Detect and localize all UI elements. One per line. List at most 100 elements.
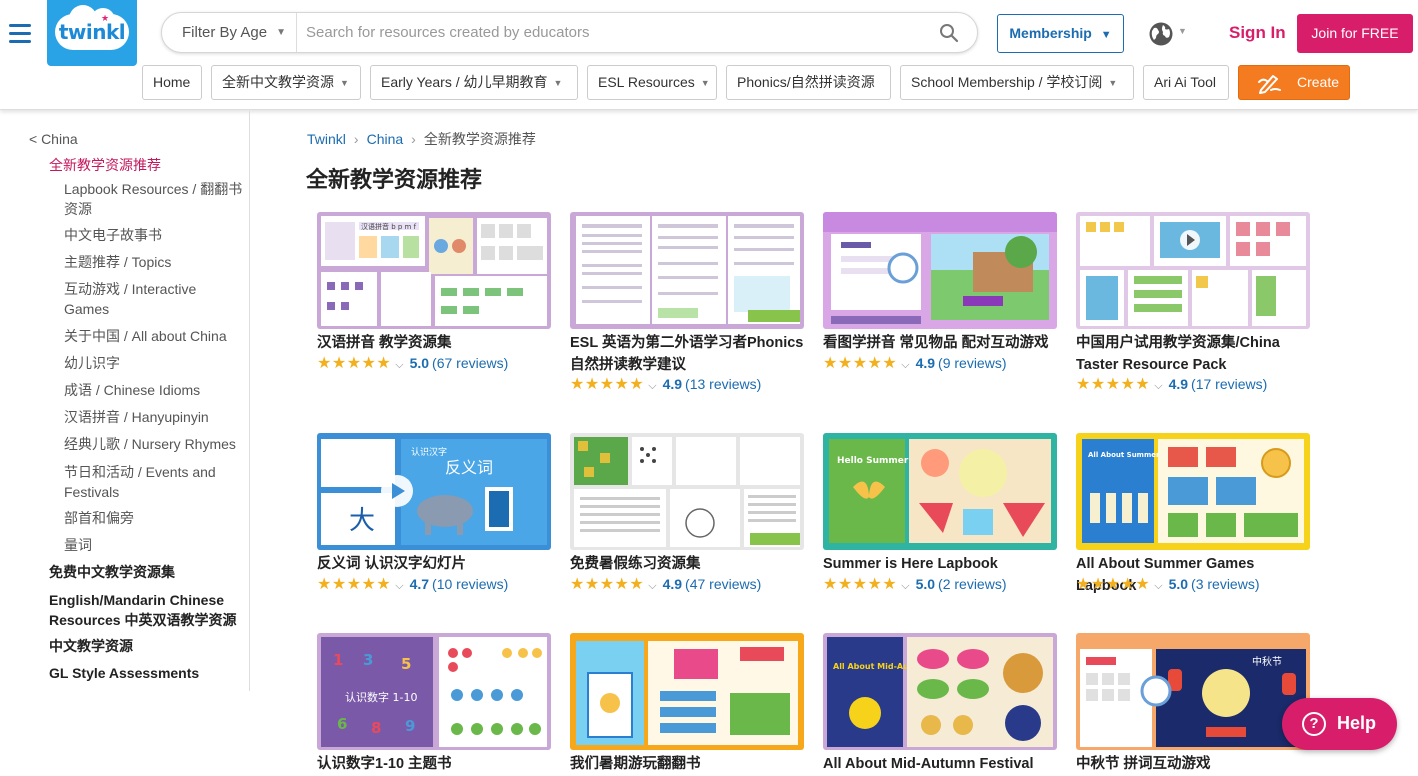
sign-in-link[interactable]: Sign In	[1229, 23, 1286, 43]
twinkl-logo[interactable]: ★ twinkl	[47, 0, 137, 66]
resource-thumbnail[interactable]: 认识数字 1-10 1 3 5 6 8 9	[317, 633, 551, 750]
chevron-down-icon[interactable]: ⌵	[648, 580, 656, 592]
search-icon[interactable]	[939, 23, 959, 43]
sidebar-item-interactive-games[interactable]: 互动游戏 / Interactive Games	[64, 280, 214, 319]
breadcrumb-twinkl[interactable]: Twinkl	[307, 131, 346, 147]
join-free-button[interactable]: Join for FREE	[1297, 14, 1413, 53]
breadcrumb-current: 全新教学资源推荐	[423, 131, 536, 147]
rating-score: 4.9	[662, 576, 683, 592]
resource-title[interactable]: 反义词 认识汉字幻灯片	[317, 554, 557, 576]
nav-school-membership[interactable]: School Membership / 学校订阅 ▼	[900, 65, 1134, 100]
review-count[interactable]: (10 reviews)	[432, 576, 508, 592]
logo-star-icon: ★	[101, 13, 110, 23]
help-button[interactable]: ? Help	[1282, 698, 1397, 750]
rating-score: 4.9	[1168, 376, 1189, 392]
chevron-down-icon[interactable]: ⌵	[1154, 580, 1162, 592]
sidebar-section-bilingual[interactable]: English/Mandarin Chinese Resources 中英双语教…	[49, 591, 244, 630]
thumbnail-caption: 大	[349, 506, 375, 536]
chevron-down-icon[interactable]: ⌵	[648, 380, 656, 392]
breadcrumb-china[interactable]: China	[367, 131, 404, 147]
chevron-down-icon[interactable]: ⌵	[395, 580, 403, 592]
sidebar-section-gl-assessments[interactable]: GL Style Assessments	[49, 664, 244, 684]
resource-thumbnail[interactable]: Hello Summer	[823, 433, 1057, 550]
sidebar-item-active[interactable]: 全新教学资源推荐	[49, 156, 161, 176]
membership-dropdown[interactable]: Membership ▼	[997, 14, 1124, 53]
review-count[interactable]: (3 reviews)	[1191, 576, 1259, 592]
resource-title[interactable]: Summer is Here Lapbook	[823, 554, 1063, 576]
nav-home[interactable]: Home	[142, 65, 202, 100]
menu-icon[interactable]	[9, 24, 31, 44]
chevron-down-icon[interactable]: ⌵	[901, 359, 909, 371]
category-sidebar: < China 全新教学资源推荐 Lapbook Resources / 翻翻书…	[0, 111, 250, 691]
review-count[interactable]: (17 reviews)	[1191, 376, 1267, 392]
chevron-down-icon[interactable]: ⌵	[1154, 380, 1162, 392]
rating: ★★★★★ ⌵ 4.9 (9 reviews)	[823, 353, 1007, 372]
breadcrumb: Twinkl › China › 全新教学资源推荐	[307, 130, 536, 148]
chevron-right-icon: ›	[353, 131, 359, 147]
resource-title[interactable]: 看图学拼音 常见物品 配对互动游戏	[823, 333, 1063, 355]
rating: ★★★★★ ⌵ 4.9 (13 reviews)	[570, 374, 761, 393]
svg-text:3: 3	[363, 651, 373, 669]
resource-title[interactable]: 认识数字1-10 主题书	[317, 754, 557, 776]
sidebar-item-lapbook[interactable]: Lapbook Resources / 翻翻书资源	[64, 180, 244, 219]
sidebar-item-ebooks[interactable]: 中文电子故事书	[64, 226, 244, 246]
resource-title[interactable]: 中国用户试用教学资源集/China Taster Resource Pack	[1076, 333, 1316, 376]
review-count[interactable]: (2 reviews)	[938, 576, 1006, 592]
review-count[interactable]: (67 reviews)	[432, 355, 508, 371]
nav-chinese-resources[interactable]: 全新中文教学资源 ▼	[211, 65, 361, 100]
star-rating-icon: ★★★★★	[570, 576, 645, 593]
resource-title[interactable]: All About Mid-Autumn Festival	[823, 754, 1063, 776]
resource-thumbnail[interactable]	[823, 212, 1057, 329]
resource-thumbnail[interactable]	[1076, 212, 1310, 329]
resource-title[interactable]: 免费暑假练习资源集	[570, 554, 810, 576]
sidebar-item-events[interactable]: 节日和活动 / Events and Festivals	[64, 463, 229, 502]
resource-title[interactable]: 汉语拼音 教学资源集	[317, 333, 557, 355]
resource-title[interactable]: ESL 英语为第二外语学习者Phonics自然拼读教学建议	[570, 333, 810, 376]
resource-thumbnail[interactable]: 大 认识汉字 反义词	[317, 433, 551, 550]
sidebar-item-idioms[interactable]: 成语 / Chinese Idioms	[64, 381, 244, 401]
create-label: Create	[1297, 74, 1340, 90]
logo-text: twinkl	[58, 20, 126, 44]
resource-thumbnail[interactable]: 中秋节	[1076, 633, 1310, 750]
thumbnail-caption: 认识汉字	[411, 446, 447, 458]
nav-early-years[interactable]: Early Years / 幼儿早期教育 ▼	[370, 65, 578, 100]
nav-phonics[interactable]: Phonics/自然拼读资源	[726, 65, 891, 100]
resource-thumbnail[interactable]: All About Mid-Autumn Festival	[823, 633, 1057, 750]
sidebar-item-pinyin[interactable]: 汉语拼音 / Hanyupinyin	[64, 408, 244, 428]
review-count[interactable]: (47 reviews)	[685, 576, 761, 592]
star-rating-icon: ★★★★★	[317, 576, 392, 593]
resource-title[interactable]: 中秋节 拼词互动游戏	[1076, 754, 1316, 776]
review-count[interactable]: (13 reviews)	[685, 376, 761, 392]
create-button[interactable]: Create	[1238, 65, 1350, 100]
resource-thumbnail[interactable]	[570, 433, 804, 550]
resource-title[interactable]: 我们暑期游玩翻翻书	[570, 754, 810, 776]
review-count[interactable]: (9 reviews)	[938, 355, 1006, 371]
resource-thumbnail[interactable]: All About Summer Games	[1076, 433, 1310, 550]
caret-down-icon: ▼	[1108, 78, 1118, 88]
language-selector[interactable]: ▼	[1148, 21, 1188, 47]
sidebar-item-nursery-rhymes[interactable]: 经典儿歌 / Nursery Rhymes	[64, 435, 244, 455]
nav-esl-resources[interactable]: ESL Resources ▼	[587, 65, 717, 100]
sidebar-item-radicals[interactable]: 部首和偏旁	[64, 509, 244, 529]
chevron-down-icon[interactable]: ⌵	[901, 580, 909, 592]
nav-label: Early Years / 幼儿早期教育	[381, 74, 548, 90]
sidebar-section-chinese[interactable]: 中文教学资源	[49, 637, 244, 657]
sidebar-item-measure-words[interactable]: 量词	[64, 536, 244, 556]
resource-thumbnail[interactable]	[570, 633, 804, 750]
thumbnail-caption: 反义词	[445, 458, 493, 477]
search-input[interactable]	[306, 19, 926, 46]
nav-ari-ai-tool[interactable]: Ari Ai Tool	[1143, 65, 1229, 100]
resource-thumbnail[interactable]: 汉语拼音 b p m f	[317, 212, 551, 329]
sidebar-back-link[interactable]: < China	[29, 130, 78, 150]
sidebar-item-topics[interactable]: 主题推荐 / Topics	[64, 253, 244, 273]
star-rating-icon: ★★★★★	[823, 576, 898, 593]
chevron-down-icon[interactable]: ⌵	[395, 359, 403, 371]
sidebar-item-all-about-china[interactable]: 关于中国 / All about China	[64, 327, 244, 347]
age-filter[interactable]: Filter By Age ▼	[162, 13, 297, 52]
sidebar-section-free[interactable]: 免费中文教学资源集	[49, 563, 244, 583]
rating-score: 5.0	[1168, 576, 1189, 592]
resource-thumbnail[interactable]	[570, 212, 804, 329]
help-label: Help	[1337, 713, 1377, 733]
star-rating-icon: ★★★★★	[823, 355, 898, 372]
sidebar-item-literacy[interactable]: 幼儿识字	[64, 354, 244, 374]
